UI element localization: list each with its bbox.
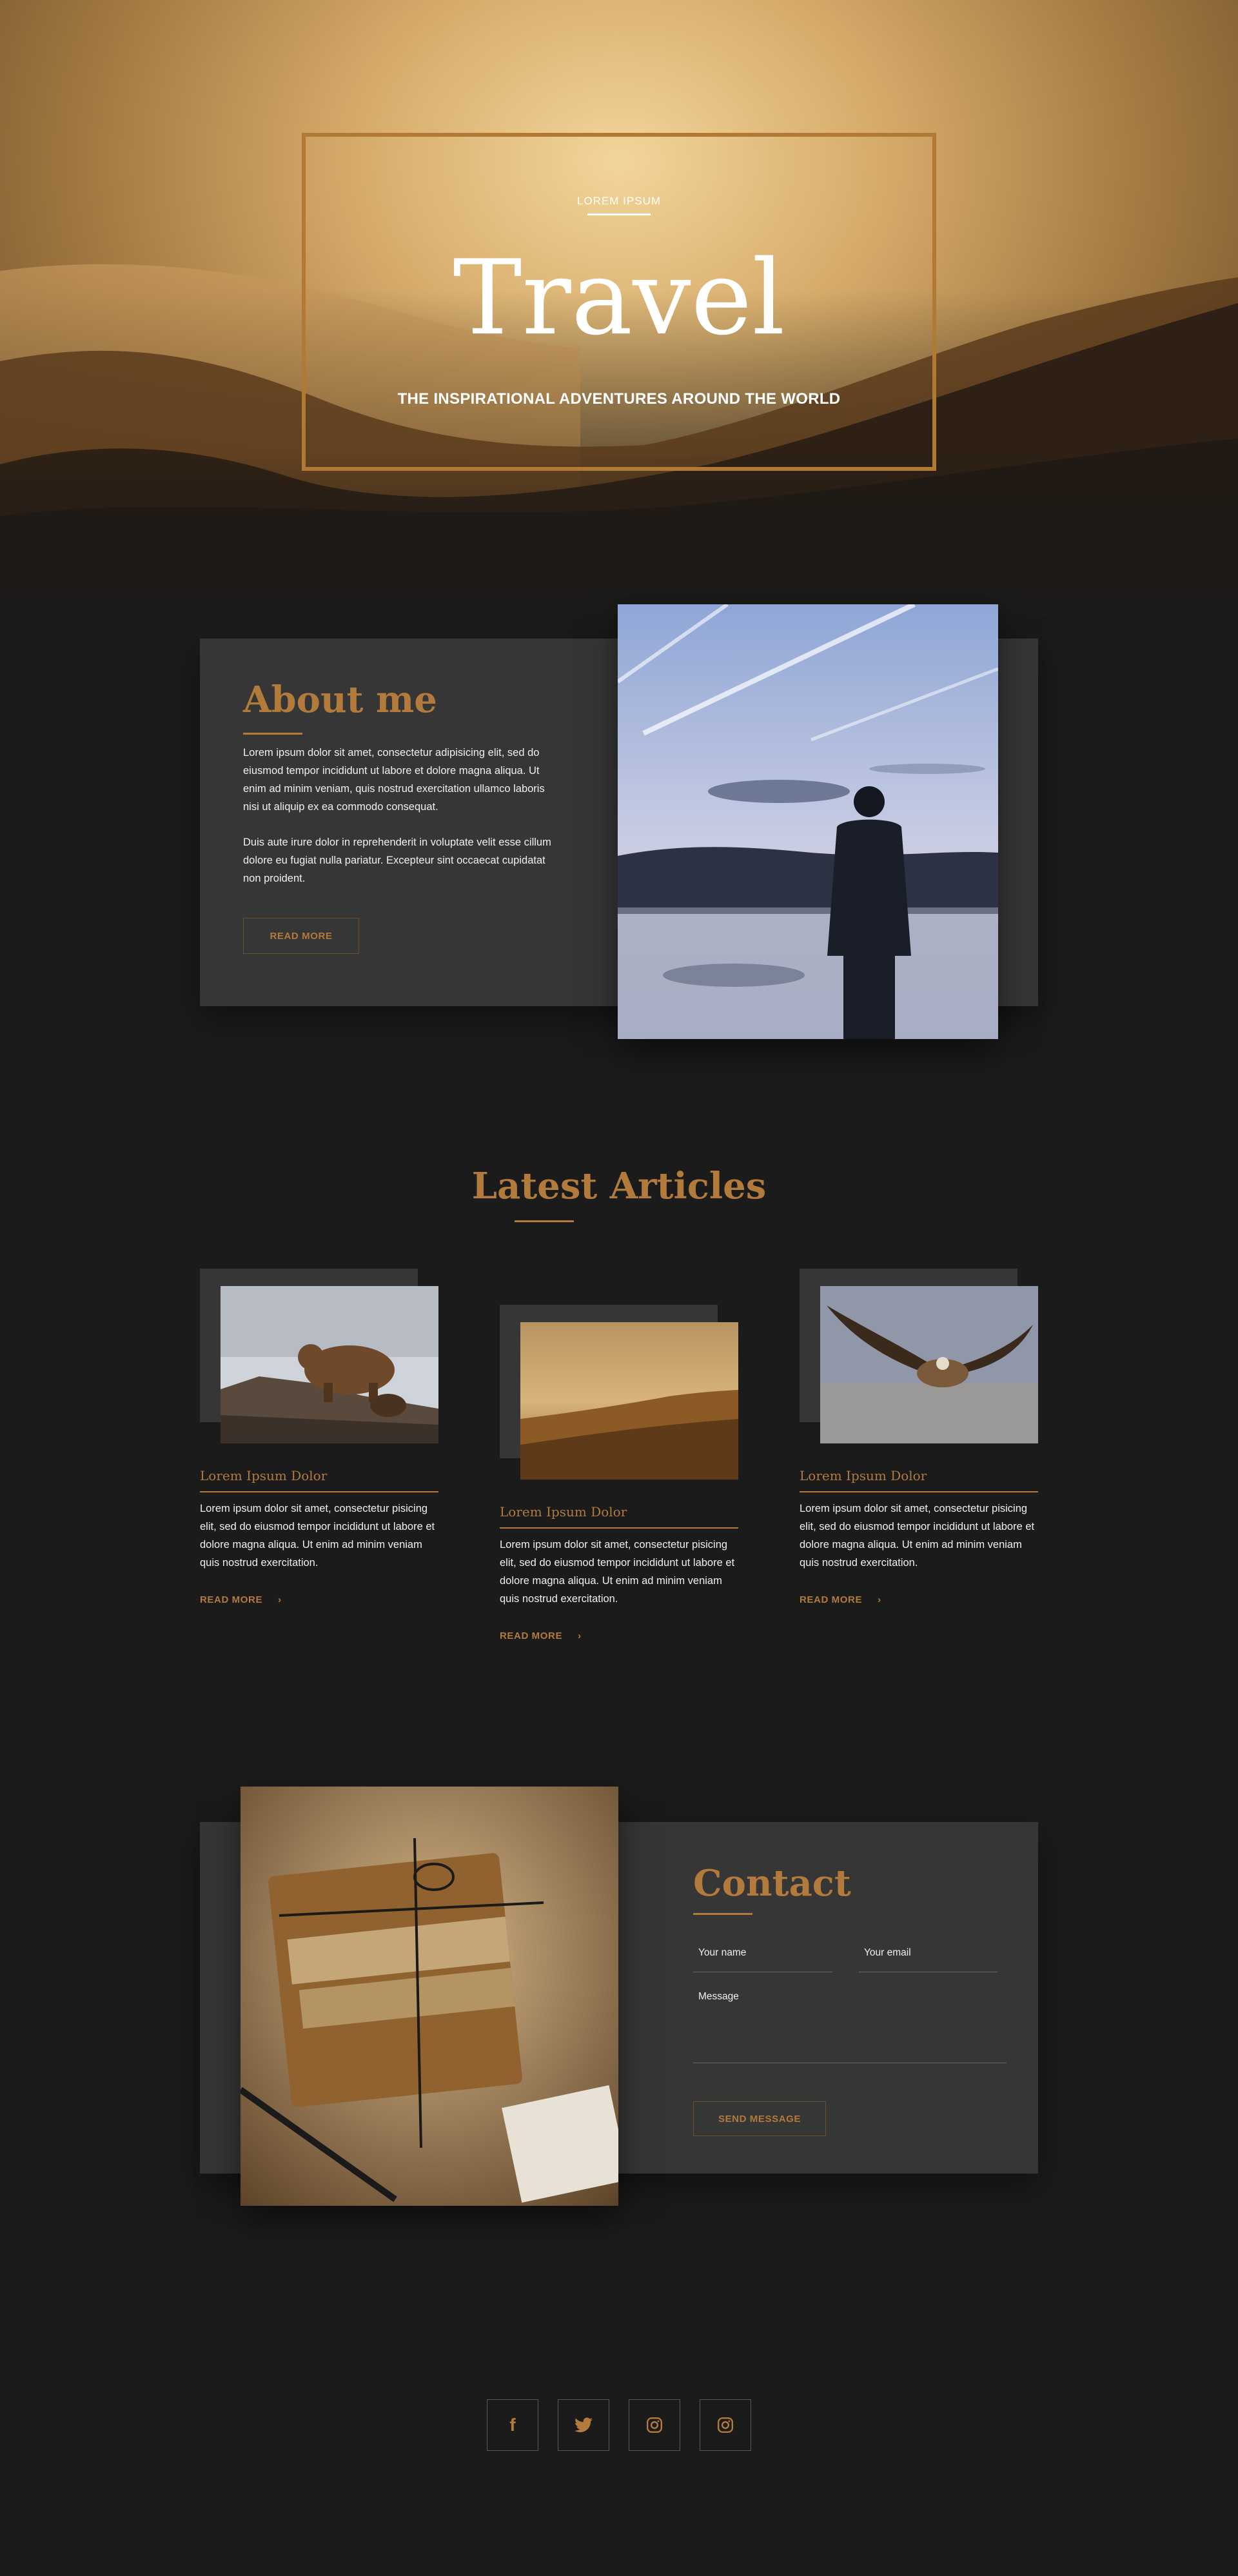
- name-field-placeholder: Your name: [698, 1947, 747, 1958]
- article-excerpt: Lorem ipsum dolor sit amet, consectetur …: [500, 1539, 735, 1605]
- article-image[interactable]: [520, 1322, 738, 1480]
- about-title: About me: [243, 679, 437, 721]
- articles-title: Latest Articles: [471, 1165, 767, 1207]
- article-title[interactable]: Lorem Ipsum Dolor: [500, 1504, 627, 1520]
- about-title-underline: [243, 733, 302, 735]
- article-read-more-link[interactable]: READ MORE ›: [200, 1594, 282, 1605]
- hero-title: Travel: [453, 237, 785, 358]
- send-message-button[interactable]: SEND MESSAGE: [693, 2101, 826, 2136]
- hero-kicker: LOREM IPSUM: [576, 195, 662, 207]
- about-photo: [618, 604, 998, 1039]
- article-title[interactable]: Lorem Ipsum Dolor: [800, 1468, 927, 1483]
- letters-bundle-photo: [241, 1787, 618, 2206]
- instagram-link[interactable]: [629, 2399, 680, 2451]
- about-read-more-button[interactable]: READ MORE: [243, 918, 359, 954]
- bear-photo: [221, 1286, 438, 1443]
- article-image[interactable]: [221, 1286, 438, 1443]
- about-paragraph-2: Duis aute irure dolor in reprehenderit i…: [243, 837, 551, 884]
- contact-photo: [241, 1787, 618, 2206]
- forest-photo: [520, 1322, 738, 1480]
- article-read-more-link[interactable]: READ MORE ›: [500, 1630, 582, 1641]
- twitter-link[interactable]: [558, 2399, 609, 2451]
- article-image[interactable]: [820, 1286, 1038, 1443]
- man-by-lake-photo: [618, 604, 998, 1039]
- article-read-more-label: READ MORE: [500, 1630, 563, 1641]
- article-divider: [500, 1527, 738, 1529]
- chevron-right-icon: ›: [278, 1594, 282, 1605]
- article-divider: [200, 1491, 438, 1492]
- contact-title: Contact: [693, 1862, 851, 1905]
- facebook-icon: f: [509, 2415, 516, 2435]
- article-excerpt: Lorem ipsum dolor sit amet, consectetur …: [200, 1503, 435, 1569]
- article-read-more-link[interactable]: READ MORE ›: [800, 1594, 881, 1605]
- twitter-icon: [575, 2417, 593, 2433]
- article-title[interactable]: Lorem Ipsum Dolor: [200, 1468, 327, 1483]
- message-field-placeholder: Message: [698, 1991, 739, 2002]
- about-paragraph-1: Lorem ipsum dolor sit amet, consectetur …: [243, 747, 545, 813]
- instagram-link[interactable]: [700, 2399, 751, 2451]
- article-excerpt: Lorem ipsum dolor sit amet, consectetur …: [800, 1503, 1035, 1569]
- article-read-more-label: READ MORE: [800, 1594, 863, 1605]
- email-field-placeholder: Your email: [864, 1947, 911, 1958]
- article-read-more-label: READ MORE: [200, 1594, 263, 1605]
- eagle-photo: [820, 1286, 1038, 1443]
- instagram-icon: [717, 2417, 734, 2433]
- chevron-right-icon: ›: [578, 1630, 582, 1641]
- hero-kicker-underline: [587, 213, 651, 215]
- contact-title-underline: [693, 1913, 752, 1915]
- facebook-link[interactable]: f: [487, 2399, 538, 2451]
- articles-title-underline: [515, 1220, 574, 1222]
- instagram-icon: [646, 2417, 663, 2433]
- article-divider: [800, 1491, 1038, 1492]
- chevron-right-icon: ›: [878, 1594, 881, 1605]
- hero-subtitle: THE INSPIRATIONAL ADVENTURES AROUND THE …: [397, 390, 841, 408]
- hero-section: LOREM IPSUM Travel THE INSPIRATIONAL ADV…: [0, 0, 1238, 645]
- hero-frame: LOREM IPSUM Travel THE INSPIRATIONAL ADV…: [302, 133, 936, 471]
